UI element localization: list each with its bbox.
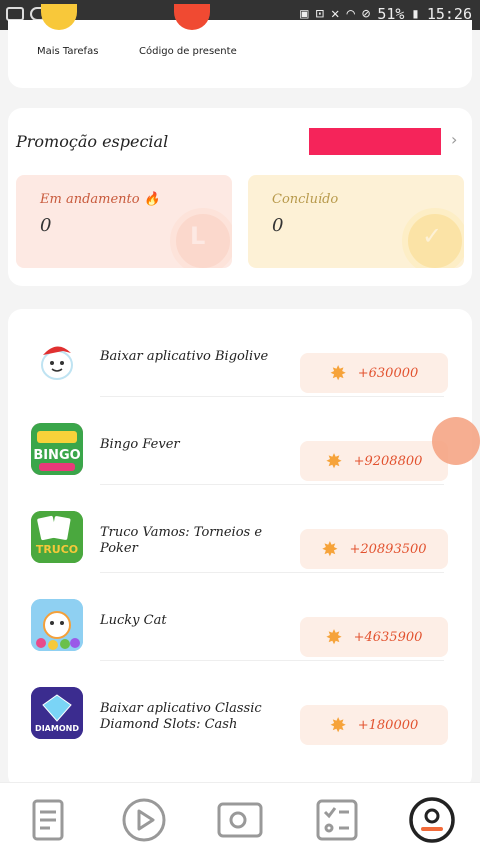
gift-code-label: Código de presente [139,46,237,57]
task-list-card: Baixar aplicativo Bigolive ✸ +630000 BIN… [8,309,472,789]
svg-text:BINGO: BINGO [33,448,80,463]
task-row: Lucky Cat ✸ +4635900 [8,573,472,661]
task-name: Baixar aplicativo Bigolive [100,349,269,364]
tasks-doc-icon[interactable] [24,797,72,843]
more-tasks-icon [41,4,77,30]
checklist-icon[interactable] [313,797,361,843]
completed-box[interactable]: Concluído 0 ✓ [248,175,464,268]
clock-deco-icon: L [170,208,232,268]
bingo-fever-app-icon: BINGO [31,423,83,475]
task-name: Baixar aplicativo Classic Diamond Slots:… [100,701,262,732]
floating-assistant-ball[interactable] [432,417,480,465]
promo-title: Promoção especial [16,132,169,151]
reward-button[interactable]: ✸ +630000 [300,353,448,393]
task-row: BINGO Bingo Fever ✸ +9208800 [8,397,472,485]
coin-star-icon: ✸ [321,537,339,561]
top-menu-card: Mais Tarefas Código de presente [8,4,472,88]
task-row: TRUCO Truco Vamos: Torneios e Poker ✸ +2… [8,485,472,573]
svg-text:DIAMOND: DIAMOND [35,724,79,733]
reward-value: +20893500 [349,541,427,557]
coin-star-icon: ✸ [329,361,347,385]
coin-star-icon: ✸ [325,449,343,473]
completed-count: 0 [272,215,284,236]
completed-label: Concluído [272,192,339,207]
task-name: Lucky Cat [100,613,167,628]
in-progress-count: 0 [40,215,52,236]
reward-value: +630000 [357,365,419,381]
bottom-navigation [0,782,480,854]
task-name: Bingo Fever [100,437,180,452]
diamond-slots-app-icon: DIAMOND [31,687,83,739]
camera-icon[interactable] [216,797,264,843]
special-promo-card: Promoção especial › Em andamento 🔥 0 L C… [8,108,472,286]
reward-button[interactable]: ✸ +180000 [300,705,448,745]
more-tasks-label: Mais Tarefas [37,46,99,57]
reward-button[interactable]: ✸ +4635900 [300,617,448,657]
reward-button[interactable]: ✸ +20893500 [300,529,448,569]
gallery-icon [6,7,24,21]
coin-star-icon: ✸ [325,625,343,649]
in-progress-label: Em andamento 🔥 [40,192,160,207]
task-row: DIAMOND Baixar aplicativo Classic Diamon… [8,661,472,749]
truco-vamos-app-icon: TRUCO [31,511,83,563]
reward-value: +180000 [357,717,419,733]
flame-icon: 🔥 [143,192,160,207]
check-deco-icon: ✓ [402,208,464,268]
reward-value: +9208800 [353,453,423,469]
promo-banner[interactable] [309,128,441,155]
profile-icon[interactable] [408,797,456,843]
chevron-right-icon[interactable]: › [451,130,457,149]
reward-button[interactable]: ✸ +9208800 [300,441,448,481]
coin-star-icon: ✸ [329,713,347,737]
svg-text:TRUCO: TRUCO [36,543,78,556]
in-progress-box[interactable]: Em andamento 🔥 0 L [16,175,232,268]
gift-code-icon [174,4,210,30]
bigolive-app-icon [31,335,83,387]
reward-value: +4635900 [353,629,423,645]
lucky-cat-app-icon [31,599,83,651]
task-name: Truco Vamos: Torneios e Poker [100,525,263,556]
task-row: Baixar aplicativo Bigolive ✸ +630000 [8,309,472,397]
play-icon[interactable] [120,797,168,843]
